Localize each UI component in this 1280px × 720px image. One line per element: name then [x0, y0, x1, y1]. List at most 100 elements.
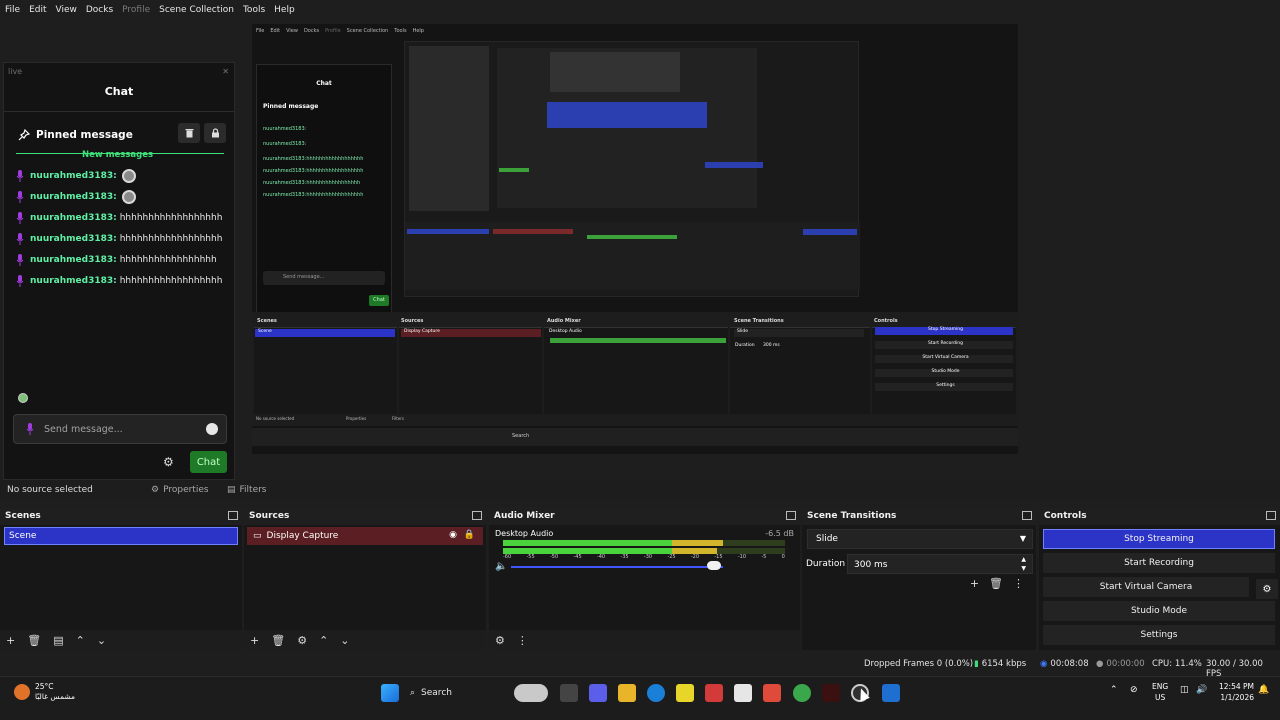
menu-file[interactable]: File: [5, 5, 20, 15]
close-icon[interactable]: ✕: [222, 67, 229, 76]
properties-button[interactable]: ⚙ Properties: [151, 485, 209, 495]
scenes-header: Scenes: [0, 507, 242, 525]
clock[interactable]: 12:54 PM 1/1/2026: [1218, 681, 1254, 703]
language-indicator[interactable]: ENG US: [1152, 681, 1168, 703]
points-icon[interactable]: [18, 393, 28, 403]
stop-streaming-button[interactable]: Stop Streaming: [1043, 529, 1275, 549]
chat-username[interactable]: nuurahmed3183:: [30, 213, 117, 223]
menu-tools[interactable]: Tools: [243, 5, 265, 15]
menu-help[interactable]: Help: [274, 5, 295, 15]
detach-icon[interactable]: [786, 511, 796, 520]
chat-username[interactable]: nuurahmed3183:: [30, 234, 117, 244]
network-icon[interactable]: ⊘: [1130, 685, 1138, 695]
lock-icon[interactable]: 🔒: [464, 530, 475, 540]
start-recording-button[interactable]: Start Recording: [1043, 553, 1275, 573]
preview-chat-line: nuurahmed3183:hhhhhhhhhhhhhhhhhh: [263, 168, 364, 174]
task-view-icon[interactable]: [560, 684, 578, 702]
emoji-icon[interactable]: [206, 423, 218, 435]
more-icon[interactable]: ⋮: [1013, 577, 1024, 590]
chevron-up-icon[interactable]: ⌃: [319, 634, 328, 647]
preview-menu-item: View: [286, 28, 298, 34]
chat-username[interactable]: nuurahmed3183:: [30, 171, 117, 181]
edge-icon[interactable]: [647, 684, 665, 702]
nested-block: [407, 229, 489, 234]
app-icon[interactable]: [705, 684, 723, 702]
gear-icon[interactable]: ⚙: [163, 455, 174, 469]
chevron-up-icon[interactable]: ⌃: [76, 634, 85, 647]
trash-icon[interactable]: 🗑: [271, 634, 285, 647]
menu-view[interactable]: View: [56, 5, 77, 15]
chevron-down-icon[interactable]: ⌄: [97, 634, 106, 647]
detach-icon[interactable]: [1266, 511, 1276, 520]
mixer-header: Audio Mixer: [489, 507, 800, 525]
gear-icon[interactable]: ⚙: [1256, 579, 1278, 599]
monitor-icon: ▭: [253, 531, 262, 541]
meter-tick: -60: [503, 554, 512, 560]
properties-label: Properties: [163, 485, 209, 495]
chat-username[interactable]: nuurahmed3183:: [30, 192, 117, 202]
volume-slider-knob[interactable]: [707, 561, 721, 570]
spinner-icon[interactable]: ▲ ▼: [1021, 555, 1026, 573]
menu-edit[interactable]: Edit: [29, 5, 46, 15]
menu-scene-collection[interactable]: Scene Collection: [159, 5, 234, 15]
store-icon[interactable]: [734, 684, 752, 702]
program-preview[interactable]: File Edit View Docks Profile Scene Colle…: [252, 24, 1018, 454]
chrome-icon[interactable]: [793, 684, 811, 702]
transition-value: Slide: [816, 534, 838, 544]
clock-date: 1/1/2026: [1220, 693, 1254, 702]
wifi-icon[interactable]: ◫: [1180, 685, 1189, 695]
gear-icon[interactable]: ⚙: [495, 634, 505, 647]
detach-icon[interactable]: [472, 511, 482, 520]
studio-mode-button[interactable]: Studio Mode: [1043, 601, 1275, 621]
menu-profile[interactable]: Profile: [122, 5, 150, 15]
settings-button[interactable]: Settings: [1043, 625, 1275, 645]
file-explorer-icon[interactable]: [618, 684, 636, 702]
status-bar: Dropped Frames 0 (0.0%) ▮ 6154 kbps ◉ 00…: [0, 656, 1280, 679]
transition-select[interactable]: Slide ▼: [807, 529, 1033, 549]
illustrator-icon[interactable]: [822, 684, 840, 702]
source-item[interactable]: ▭ Display Capture ◉ 🔒: [247, 527, 483, 545]
trash-icon[interactable]: 🗑: [27, 634, 41, 647]
chevron-up-icon[interactable]: ⌃: [1110, 685, 1118, 695]
duration-input[interactable]: 300 ms ▲ ▼: [847, 554, 1033, 574]
add-icon[interactable]: +: [250, 634, 259, 647]
notification-icon[interactable]: 🔔: [1258, 685, 1269, 695]
detach-icon[interactable]: [1022, 511, 1032, 520]
filter-icon[interactable]: ▤: [53, 634, 63, 647]
chat-username[interactable]: nuurahmed3183:: [30, 255, 117, 265]
scenes-toolbar: + 🗑 ▤ ⌃ ⌄: [0, 630, 242, 650]
menu-docks[interactable]: Docks: [86, 5, 113, 15]
start-virtual-camera-button[interactable]: Start Virtual Camera: [1043, 577, 1249, 597]
chat-username[interactable]: nuurahmed3183:: [30, 276, 117, 286]
chat-send-button[interactable]: Chat: [190, 451, 227, 473]
office-icon[interactable]: [763, 684, 781, 702]
meter-tick: -30: [643, 554, 653, 560]
preview-panel-title: Audio Mixer: [547, 318, 581, 324]
chevron-down-icon[interactable]: ⌄: [340, 634, 349, 647]
meet-icon[interactable]: [589, 684, 607, 702]
add-icon[interactable]: +: [970, 577, 979, 590]
controls-dock: Controls Stop Streaming Start Recording …: [1039, 507, 1280, 650]
scene-item[interactable]: Scene: [4, 527, 238, 545]
speaker-icon[interactable]: 🔈: [495, 561, 507, 572]
filters-button[interactable]: ▤ Filters: [227, 485, 267, 495]
controls-title: Controls: [1044, 511, 1087, 521]
trash-icon[interactable]: [178, 123, 200, 143]
volume-icon[interactable]: 🔊: [1196, 685, 1207, 695]
trash-icon[interactable]: 🗑: [989, 577, 1003, 590]
volume-slider[interactable]: [511, 566, 723, 568]
detach-icon[interactable]: [228, 511, 238, 520]
sticky-notes-icon[interactable]: [676, 684, 694, 702]
meter-tick: -35: [620, 554, 629, 560]
gear-icon[interactable]: ⚙: [297, 634, 307, 647]
add-icon[interactable]: +: [6, 634, 15, 647]
windows-start-icon[interactable]: [381, 684, 399, 702]
taskbar-search[interactable]: ⌕ Search: [410, 682, 550, 704]
eye-icon[interactable]: ◉: [449, 530, 457, 540]
send-message-input[interactable]: Send message...: [13, 414, 227, 444]
vscode-icon[interactable]: [882, 684, 900, 702]
lock-icon[interactable]: [204, 123, 226, 143]
preview-menu-item: Scene Collection: [346, 28, 389, 34]
weather-widget[interactable]: 25°C مشمس غالبًا: [14, 682, 75, 702]
more-icon[interactable]: ⋮: [517, 634, 528, 647]
